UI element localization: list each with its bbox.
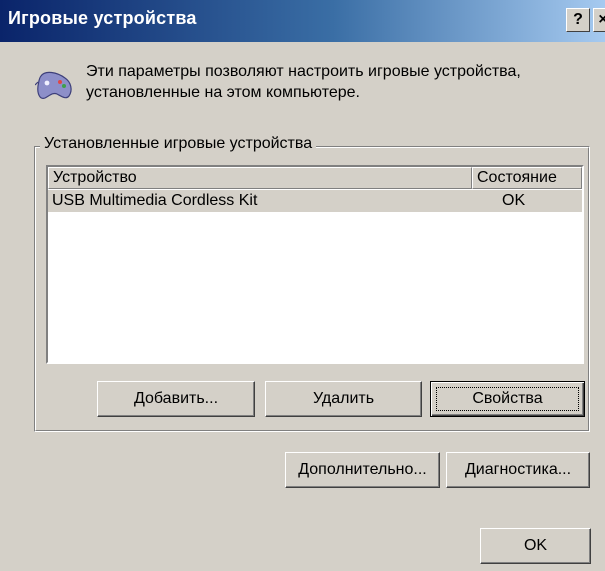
advanced-button[interactable]: Дополнительно... xyxy=(285,452,440,488)
info-text: Эти параметры позволяют настроить игровы… xyxy=(86,63,521,101)
device-name: USB Multimedia Cordless Kit xyxy=(52,192,258,209)
focus-rectangle xyxy=(436,387,579,411)
close-button[interactable]: × xyxy=(593,8,605,32)
title-bar[interactable]: Игровые устройства ? × xyxy=(0,0,605,42)
properties-button[interactable]: Свойства xyxy=(430,381,585,417)
help-button[interactable]: ? xyxy=(566,8,590,32)
ok-button[interactable]: OK xyxy=(480,528,591,564)
device-status: OK xyxy=(502,192,526,209)
gamepad-icon xyxy=(35,71,72,99)
remove-button[interactable]: Удалить xyxy=(265,381,422,417)
devices-list[interactable]: Устройство Состояние USB Multimedia Cord… xyxy=(46,165,584,364)
column-header-device[interactable]: Устройство xyxy=(48,167,472,189)
list-item[interactable]: USB Multimedia Cordless Kit OK xyxy=(48,190,582,212)
list-header: Устройство Состояние xyxy=(48,167,582,189)
diagnostics-button[interactable]: Диагностика... xyxy=(446,452,590,488)
window-title: Игровые устройства xyxy=(8,8,197,28)
game-controllers-dialog: Игровые устройства ? × Эти параметры поз… xyxy=(0,0,605,571)
group-legend: Установленные игровые устройства xyxy=(40,135,317,153)
column-header-status[interactable]: Состояние xyxy=(472,167,582,189)
add-button[interactable]: Добавить... xyxy=(97,381,255,417)
